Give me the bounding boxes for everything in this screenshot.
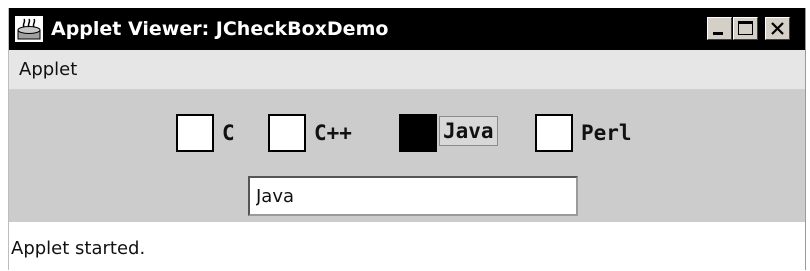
applet-viewer-window: Applet Viewer: JCheckBoxDemo Applet C C+… [8, 8, 806, 270]
window-title: Applet Viewer: JCheckBoxDemo [51, 18, 389, 40]
checkbox-java[interactable]: Java [399, 114, 519, 154]
applet-viewer-icon[interactable] [15, 16, 43, 42]
applet-panel: C C++ Java Perl [9, 90, 805, 222]
checkbox-perl[interactable]: Perl [535, 114, 645, 154]
menu-bar: Applet [9, 50, 805, 89]
menu-applet[interactable]: Applet [19, 58, 77, 82]
checkbox-java-box[interactable] [399, 114, 437, 152]
checkbox-cpp[interactable]: C++ [268, 114, 380, 154]
status-bar: Applet started. [9, 222, 805, 270]
maximize-button[interactable] [733, 17, 758, 40]
checkbox-cpp-label[interactable]: C++ [314, 119, 352, 147]
checkbox-c-box[interactable] [176, 114, 214, 152]
minimize-button[interactable] [707, 17, 732, 40]
checkbox-perl-box[interactable] [535, 114, 573, 152]
close-button[interactable] [765, 17, 790, 40]
checkbox-c[interactable]: C [176, 114, 248, 154]
checkbox-c-label[interactable]: C [222, 119, 235, 147]
title-bar[interactable]: Applet Viewer: JCheckBoxDemo [9, 8, 805, 50]
checkbox-cpp-box[interactable] [268, 114, 306, 152]
selection-text-field[interactable] [248, 176, 578, 216]
checkbox-perl-label[interactable]: Perl [581, 119, 632, 147]
status-text: Applet started. [11, 238, 146, 259]
checkbox-java-label[interactable]: Java [439, 116, 498, 146]
